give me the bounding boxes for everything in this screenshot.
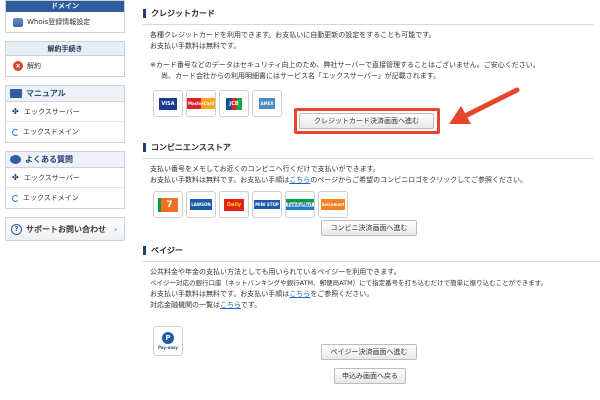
cancel-item[interactable]: × 解約 — [6, 56, 124, 76]
manual-title-text: マニュアル — [26, 89, 66, 98]
manual-item-label: エックスサーバー — [24, 107, 80, 116]
daily-yamazaki-logo[interactable]: Daily — [219, 191, 249, 218]
domain-block: ドメイン Whois登録情報設定 — [5, 0, 125, 33]
credit-line: お支払い手数料は無料です。 — [150, 42, 241, 50]
faq-item-label: エックスドメイン — [23, 194, 79, 202]
credit-note: 尚、カード会社からの利用明細書にはサービス名「エックスサーバー」が記載されます。 — [161, 72, 441, 80]
payeasy-line: 対応金融機関の一覧はこちらです。 — [150, 301, 262, 309]
domain-header: ドメイン — [6, 1, 124, 12]
xserver-icon: ✤ — [12, 173, 19, 182]
credit-desc: 各種クレジットカードを利用できます。お支払いに自動更新の設定をすることも可能です… — [143, 30, 593, 82]
payeasy-title: ペイジー — [143, 243, 600, 257]
seicomart-logo[interactable]: Seicomart — [318, 191, 348, 218]
manual-item-xserver[interactable]: ✤ エックスサーバー — [6, 102, 124, 122]
payeasy-help-link[interactable]: こちら — [289, 290, 310, 298]
payeasy-desc: 公共料金や年金の支払い方法としても用いられているペイジーを利用できます。 ペイジ… — [143, 267, 600, 311]
cancel-icon: × — [13, 61, 23, 71]
xdomain-icon — [12, 128, 19, 136]
divider — [143, 261, 600, 262]
conveni-line: 支払い番号をメモしてお近くのコンビニへ行くだけで支払いができます。 — [150, 165, 380, 173]
whois-icon — [13, 17, 23, 27]
credit-line: 各種クレジットカードを利用できます。お支払いに自動更新の設定をすることも可能です… — [150, 31, 436, 39]
conveni-logo-row: 7 LAWSON Daily MINI STOP FamilyMart Seic… — [143, 191, 593, 218]
jcb-logo: JCB — [219, 90, 249, 117]
lawson-logo[interactable]: LAWSON — [186, 191, 216, 218]
amex-logo: AMEX — [252, 90, 282, 117]
manual-title: マニュアル — [6, 86, 124, 102]
payeasy-line: 公共料金や年金の支払い方法としても用いられているペイジーを利用できます。 — [150, 268, 401, 276]
manual-item-xdomain[interactable]: エックスドメイン — [6, 122, 124, 142]
back-button[interactable]: 申込み画面へ戻る — [334, 368, 406, 384]
conveni-desc: 支払い番号をメモしてお近くのコンビニへ行くだけで支払いができます。 お支払い手数… — [143, 164, 593, 186]
question-icon: ? — [11, 223, 22, 235]
seven-eleven-logo[interactable]: 7 — [153, 191, 183, 218]
highlight-box — [294, 108, 440, 134]
conveni-title: コンビニエンスストア — [143, 140, 593, 154]
credit-note: ※カード番号などのデータはセキュリティ向上のため、弊社サーバーで直接管理すること… — [150, 61, 540, 69]
conveni-help-link[interactable]: こちら — [289, 176, 310, 184]
cancel-header: 解約手続き — [6, 42, 124, 56]
payeasy-line: ペイジー対応の銀行口座（ネットバンキングや銀行ATM、郵便局ATM）にて指定番号… — [150, 279, 548, 287]
faq-block: よくある質問 ✤ エックスサーバー エックスドメイン — [5, 151, 125, 209]
chevron-right-icon: › — [114, 224, 118, 234]
faq-title: よくある質問 — [6, 152, 124, 168]
manual-block: マニュアル ✤ エックスサーバー エックスドメイン — [5, 85, 125, 143]
payeasy-section: ペイジー 公共料金や年金の支払い方法としても用いられているペイジーを利用できます… — [143, 243, 600, 356]
divider — [143, 24, 593, 25]
payeasy-logo: P Pay-easy — [153, 326, 183, 356]
manual-item-label: エックスドメイン — [23, 128, 79, 136]
cancel-block: 解約手続き × 解約 — [5, 41, 125, 77]
conveni-section: コンビニエンスストア 支払い番号をメモしてお近くのコンビニへ行くだけで支払いがで… — [143, 140, 593, 218]
cancel-label: 解約 — [27, 62, 41, 70]
speech-bubble-icon — [10, 155, 21, 164]
credit-title: クレジットカード — [143, 6, 593, 20]
sidebar: ドメイン Whois登録情報設定 解約手続き × 解約 マニュアル ✤ エックス… — [5, 0, 125, 241]
support-label: サポートお問い合わせ — [26, 224, 106, 234]
mastercard-logo: MasterCard — [186, 90, 216, 117]
conveni-pay-button[interactable]: コンビニ決済画面へ進む — [321, 220, 417, 236]
arrow-icon — [449, 87, 520, 124]
faq-item-label: エックスサーバー — [24, 173, 80, 182]
faq-item-xserver[interactable]: ✤ エックスサーバー — [6, 168, 124, 188]
familymart-logo[interactable]: FamilyMart — [285, 191, 315, 218]
bank-list-link[interactable]: こちら — [220, 301, 241, 309]
payeasy-mark-icon: P — [162, 332, 174, 344]
visa-logo: VISA — [153, 90, 183, 117]
conveni-line: お支払い手数料は無料です。お支払い手順はこちらのページからご希望のコンビニロゴを… — [150, 176, 527, 184]
xserver-icon: ✤ — [12, 107, 19, 116]
book-icon — [10, 89, 22, 98]
xdomain-icon — [12, 194, 19, 202]
faq-title-text: よくある質問 — [25, 155, 73, 164]
credit-section: クレジットカード 各種クレジットカードを利用できます。お支払いに自動更新の設定を… — [143, 6, 593, 117]
faq-item-xdomain[interactable]: エックスドメイン — [6, 188, 124, 208]
divider — [143, 158, 593, 159]
payeasy-line: お支払い手数料は無料です。お支払い手順はこちらをご参照ください。 — [150, 290, 374, 298]
whois-label: Whois登録情報設定 — [27, 18, 91, 26]
payeasy-pay-button[interactable]: ペイジー決済画面へ進む — [321, 344, 417, 360]
support-contact-button[interactable]: ? サポートお問い合わせ › — [5, 217, 125, 241]
ministop-logo[interactable]: MINI STOP — [252, 191, 282, 218]
whois-item[interactable]: Whois登録情報設定 — [6, 12, 124, 32]
